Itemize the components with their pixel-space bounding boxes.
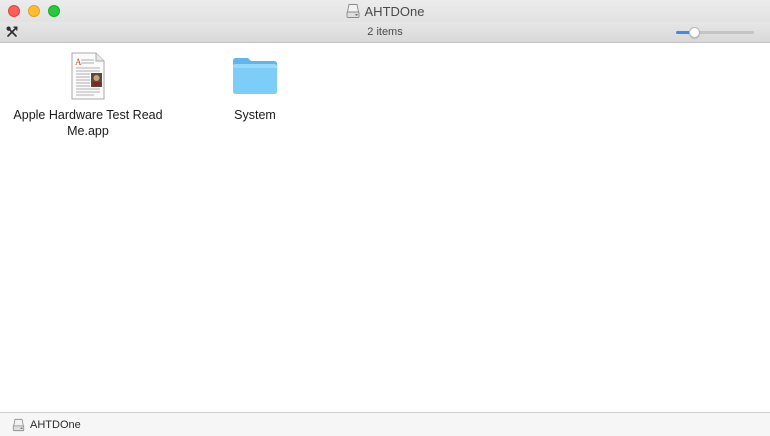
item-count: 2 items xyxy=(367,26,403,38)
title-bar[interactable]: AHTDOne xyxy=(0,0,770,22)
path-item-drive[interactable]: AHTDOne xyxy=(30,419,81,431)
status-bar: 2 items xyxy=(0,22,770,43)
slider-thumb[interactable] xyxy=(689,27,701,38)
file-label[interactable]: System xyxy=(175,107,335,123)
file-view[interactable]: A Apple Hardware Test Read Me.app System xyxy=(0,43,770,412)
file-item-readme-app[interactable]: A Apple Hardware Test Read Me.app xyxy=(8,51,168,139)
path-bar: AHTDOne xyxy=(0,412,770,436)
drive-icon xyxy=(12,418,25,431)
file-label[interactable]: Apple Hardware Test Read Me.app xyxy=(8,107,168,139)
file-item-system-folder[interactable]: System xyxy=(175,51,335,123)
finder-window: AHTDOne 2 items A Apple Hardware Test Re… xyxy=(0,0,770,436)
window-title-group: AHTDOne xyxy=(0,0,770,22)
window-title: AHTDOne xyxy=(364,3,425,19)
folder-icon[interactable] xyxy=(231,51,279,101)
svg-text:A: A xyxy=(75,57,82,67)
icon-size-slider[interactable] xyxy=(676,27,754,39)
document-app-icon[interactable]: A xyxy=(68,51,108,101)
drive-icon xyxy=(346,4,359,18)
